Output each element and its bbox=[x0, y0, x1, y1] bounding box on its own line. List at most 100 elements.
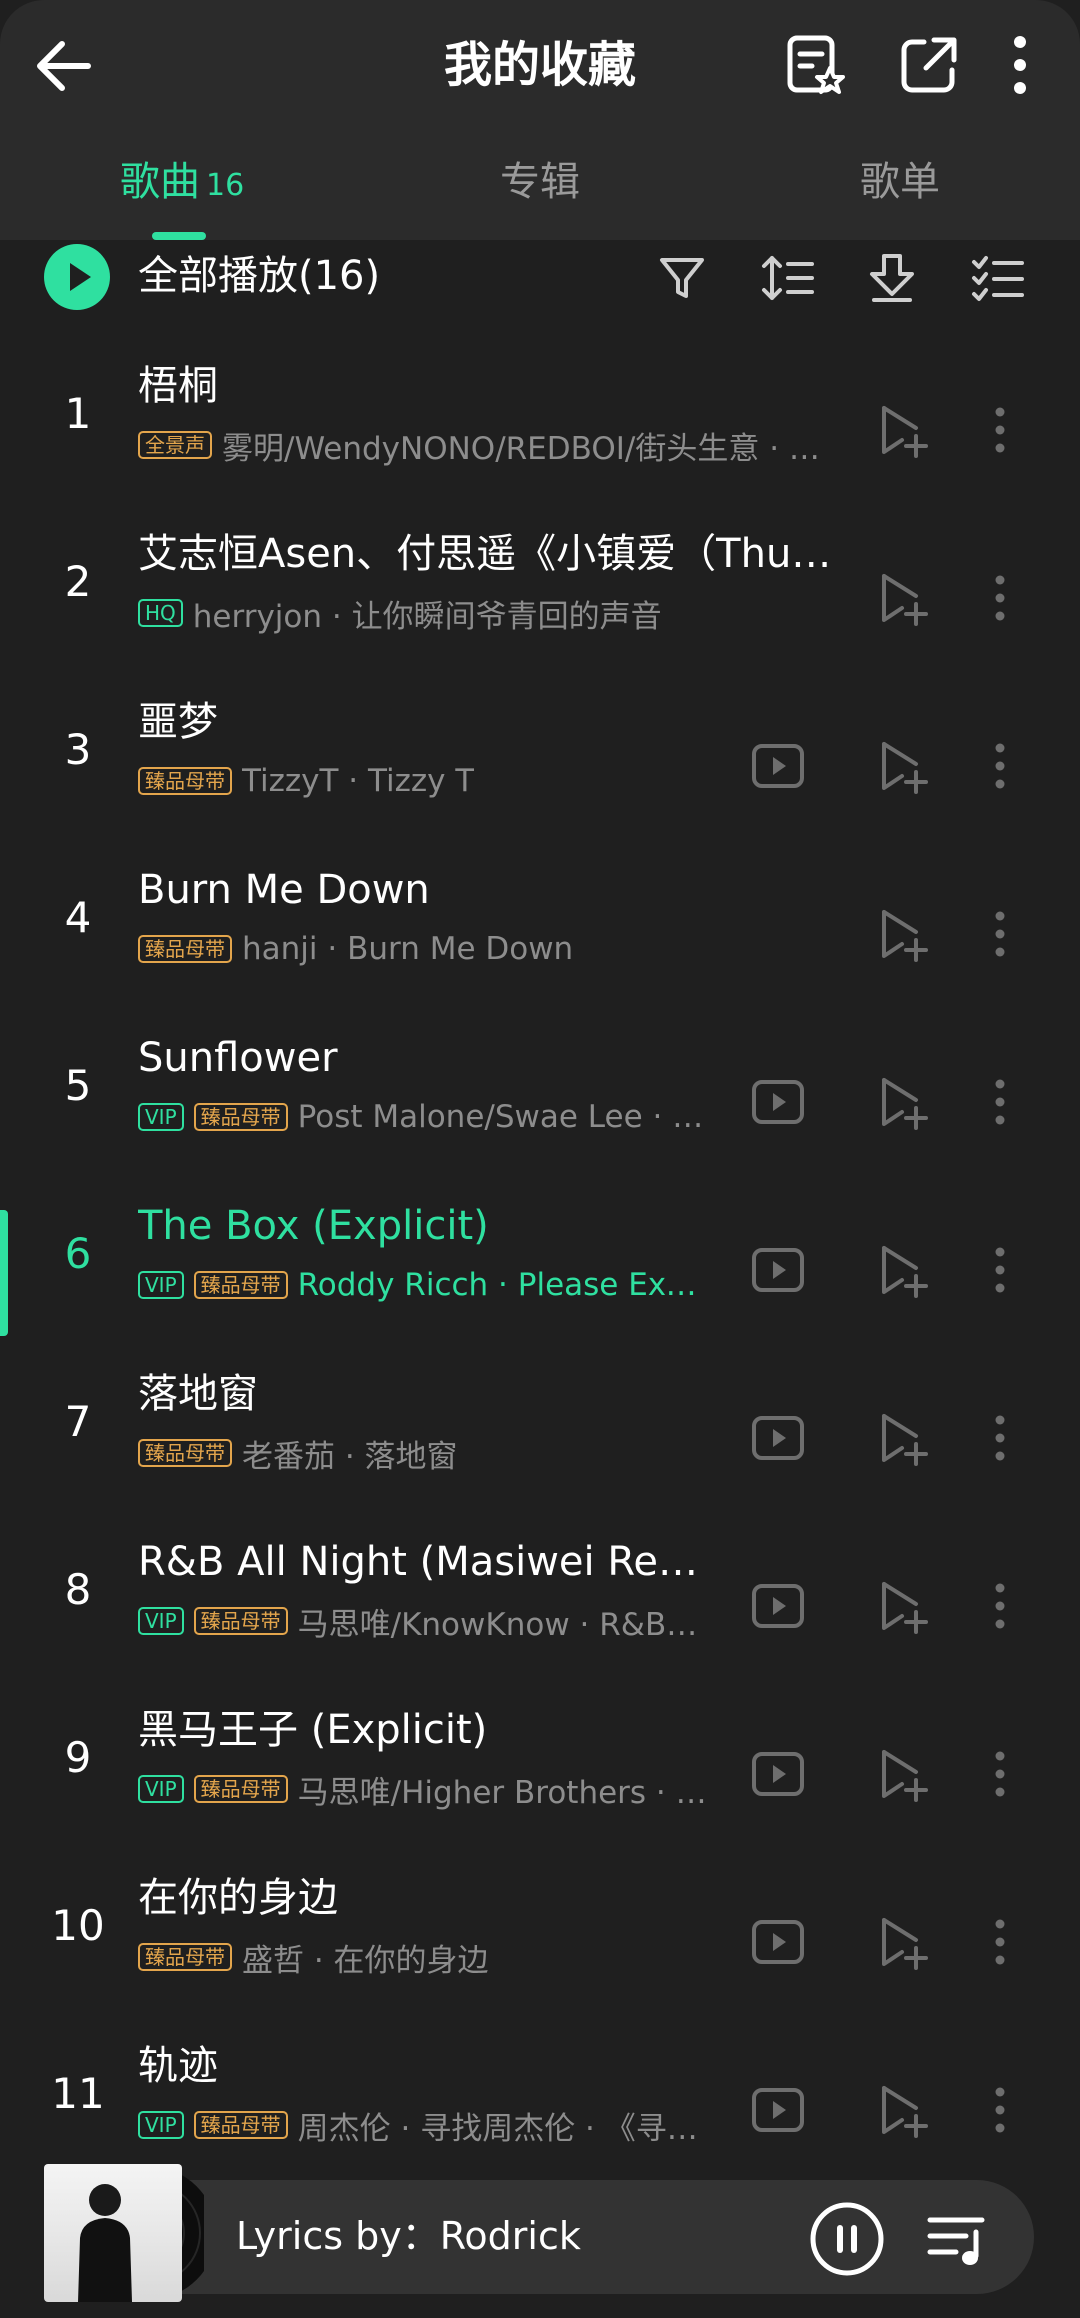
song-row[interactable]: 1 梧桐全景声 雾明/WendyNONO/REDBOI/街头生意 · … bbox=[0, 350, 1080, 518]
add-to-playlist-icon[interactable] bbox=[872, 904, 932, 964]
playlist-queue-icon[interactable] bbox=[926, 2210, 990, 2270]
multi-select-icon[interactable] bbox=[970, 250, 1026, 306]
song-artist: 马思唯/Higher Brothers · … bbox=[297, 1774, 707, 1811]
now-playing-indicator bbox=[0, 1210, 8, 1336]
mv-play-icon[interactable] bbox=[748, 736, 808, 796]
song-number: 6 bbox=[64, 1229, 92, 1278]
mv-play-icon[interactable] bbox=[748, 1912, 808, 1972]
filter-icon[interactable] bbox=[654, 250, 710, 306]
song-row[interactable]: 10 在你的身边 臻品母带 盛哲 · 在你的身边 bbox=[0, 1862, 1080, 2030]
song-row[interactable]: 5 Sunflower VIP 臻品母带 Post Malone/Swae Lee · … bbox=[0, 1022, 1080, 1190]
mv-play-icon[interactable] bbox=[748, 1576, 808, 1636]
quality-badge: 臻品母带 bbox=[193, 1271, 288, 1299]
song-artist: 老番茄 · 落地窗 bbox=[242, 1438, 458, 1475]
song-artist: 盛哲 · 在你的身边 bbox=[242, 1942, 489, 1979]
quality-badge: 全景声 bbox=[138, 431, 212, 459]
song-title: 艾志恒Asen、付思遥《小镇爱（Thu… bbox=[138, 531, 832, 577]
pause-icon[interactable] bbox=[808, 2200, 886, 2278]
add-to-playlist-icon[interactable] bbox=[872, 1912, 932, 1972]
play-all-bar: 全部播放(16) bbox=[0, 240, 1080, 350]
song-artist: 马思唯/KnowKnow · R&B… bbox=[297, 1606, 698, 1643]
quality-badge: 臻品母带 bbox=[193, 1103, 288, 1131]
tab-albums[interactable]: 专辑 bbox=[500, 154, 580, 210]
add-to-playlist-icon[interactable] bbox=[872, 400, 932, 460]
song-number: 10 bbox=[51, 1901, 105, 1950]
song-title: 黑马王子 (Explicit) bbox=[138, 1707, 488, 1753]
song-meta: 臻品母带 老番茄 · 落地窗 bbox=[138, 1432, 708, 1474]
mini-player-lyrics: Lyrics by：Rodrick bbox=[236, 2214, 581, 2258]
add-to-playlist-icon[interactable] bbox=[872, 1744, 932, 1804]
song-number: 8 bbox=[64, 1565, 92, 1614]
song-more-icon[interactable] bbox=[980, 904, 1020, 964]
add-to-playlist-icon[interactable] bbox=[872, 568, 932, 628]
song-more-icon[interactable] bbox=[980, 1576, 1020, 1636]
song-row[interactable]: 3 噩梦 臻品母带 TizzyT · Tizzy T bbox=[0, 686, 1080, 854]
song-artist: 雾明/WendyNONO/REDBOI/街头生意 · … bbox=[222, 430, 820, 467]
add-to-playlist-icon[interactable] bbox=[872, 1576, 932, 1636]
song-artist: 周杰伦 · 寻找周杰伦 · 《寻… bbox=[297, 2110, 698, 2147]
album-cover[interactable] bbox=[44, 2164, 182, 2302]
quality-badge: 臻品母带 bbox=[138, 1439, 232, 1467]
play-all-label[interactable]: 全部播放(16) bbox=[138, 248, 380, 304]
add-to-playlist-icon[interactable] bbox=[872, 1240, 932, 1300]
tab-playlists-label: 歌单 bbox=[860, 159, 940, 205]
song-row[interactable]: 2 艾志恒Asen、付思遥《小镇爱（Thu… HQ herryjon · 让你瞬间爷青… bbox=[0, 518, 1080, 686]
quality-badge: 臻品母带 bbox=[138, 1943, 232, 1971]
song-artist: Roddy Ricch · Please Exc… bbox=[297, 1267, 708, 1303]
song-title: Burn Me Down bbox=[138, 867, 430, 913]
song-meta: VIP 臻品母带 马思唯/Higher Brothers · … bbox=[138, 1768, 708, 1810]
mv-play-icon[interactable] bbox=[748, 1240, 808, 1300]
song-title: 梧桐 bbox=[138, 363, 218, 409]
song-row[interactable]: 9 黑马王子 (Explicit) VIP 臻品母带 马思唯/Higher Brothe… bbox=[0, 1694, 1080, 1862]
song-title: 落地窗 bbox=[138, 1371, 258, 1417]
more-vertical-icon[interactable] bbox=[985, 30, 1055, 100]
song-number: 5 bbox=[64, 1061, 92, 1110]
song-more-icon[interactable] bbox=[980, 1744, 1020, 1804]
song-title: Sunflower bbox=[138, 1035, 338, 1081]
quality-badge: VIP bbox=[138, 1607, 184, 1635]
song-more-icon[interactable] bbox=[980, 2080, 1020, 2140]
mv-play-icon[interactable] bbox=[748, 2080, 808, 2140]
tab-playlists[interactable]: 歌单 bbox=[860, 154, 940, 210]
add-to-playlist-icon[interactable] bbox=[872, 736, 932, 796]
add-to-playlist-icon[interactable] bbox=[872, 1072, 932, 1132]
mv-play-icon[interactable] bbox=[748, 1408, 808, 1468]
sort-icon[interactable] bbox=[760, 250, 816, 306]
song-meta: VIP 臻品母带 Roddy Ricch · Please Exc… bbox=[138, 1264, 708, 1306]
app-header: 我的收藏 歌曲 16 专辑 歌单 bbox=[0, 0, 1080, 240]
song-title: The Box (Explicit) bbox=[138, 1203, 489, 1249]
song-number: 1 bbox=[64, 389, 92, 438]
song-more-icon[interactable] bbox=[980, 1240, 1020, 1300]
add-to-playlist-icon[interactable] bbox=[872, 2080, 932, 2140]
song-row[interactable]: 4 Burn Me Down 臻品母带 hanji · Burn Me Down bbox=[0, 854, 1080, 1022]
song-more-icon[interactable] bbox=[980, 736, 1020, 796]
cover-artist-figure bbox=[78, 2184, 132, 2302]
song-row[interactable]: 7 落地窗 臻品母带 老番茄 · 落地窗 bbox=[0, 1358, 1080, 1526]
song-row[interactable]: 8 R&B All Night (Masiwei Remix) VIP 臻品母带 马思唯… bbox=[0, 1526, 1080, 1694]
song-meta: VIP 臻品母带 马思唯/KnowKnow · R&B… bbox=[138, 1600, 708, 1642]
play-icon bbox=[70, 263, 91, 291]
song-title: 噩梦 bbox=[138, 699, 218, 745]
quality-badge: 臻品母带 bbox=[193, 2111, 288, 2139]
quality-badge: VIP bbox=[138, 1103, 184, 1131]
song-meta: 臻品母带 hanji · Burn Me Down bbox=[138, 928, 838, 970]
play-all-button[interactable] bbox=[44, 244, 110, 310]
quality-badge: VIP bbox=[138, 1271, 184, 1299]
quality-badge: 臻品母带 bbox=[193, 1775, 288, 1803]
mv-play-icon[interactable] bbox=[748, 1072, 808, 1132]
song-more-icon[interactable] bbox=[980, 400, 1020, 460]
add-to-playlist-icon[interactable] bbox=[872, 1408, 932, 1468]
song-more-icon[interactable] bbox=[980, 568, 1020, 628]
song-row[interactable]: 6 The Box (Explicit) VIP 臻品母带 Roddy Ricch · … bbox=[0, 1190, 1080, 1358]
song-more-icon[interactable] bbox=[980, 1912, 1020, 1972]
tab-songs[interactable]: 歌曲 16 bbox=[120, 154, 244, 214]
song-meta: 臻品母带 盛哲 · 在你的身边 bbox=[138, 1936, 708, 1978]
download-icon[interactable] bbox=[864, 250, 920, 306]
song-number: 11 bbox=[51, 2069, 105, 2118]
mv-play-icon[interactable] bbox=[748, 1744, 808, 1804]
song-number: 3 bbox=[64, 725, 92, 774]
share-icon[interactable] bbox=[894, 30, 964, 100]
song-more-icon[interactable] bbox=[980, 1072, 1020, 1132]
song-more-icon[interactable] bbox=[980, 1408, 1020, 1468]
starred-list-icon[interactable] bbox=[780, 30, 850, 100]
